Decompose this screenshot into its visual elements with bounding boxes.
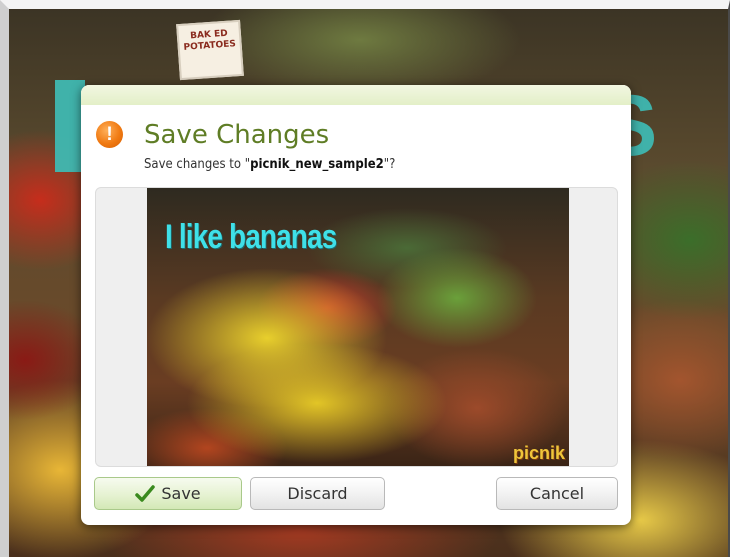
cancel-button-label: Cancel — [529, 484, 585, 503]
preview-image: I like bananas picnik — [147, 188, 569, 466]
subtitle-filename: picnik_new_sample2 — [250, 157, 384, 172]
subtitle-suffix: "? — [383, 157, 396, 172]
warning-icon: ! — [96, 121, 123, 148]
dialog-subtitle: Save changes to "picnik_new_sample2"? — [144, 156, 395, 174]
save-button-label: Save — [161, 484, 201, 503]
cancel-button[interactable]: Cancel — [496, 477, 618, 510]
preview-caption: I like bananas — [165, 218, 337, 256]
dialog-title: Save Changes — [144, 120, 330, 150]
checkmark-icon — [135, 484, 156, 504]
picnik-watermark: picnik — [512, 443, 565, 463]
dialog-top-bar — [81, 85, 631, 105]
save-button[interactable]: Save — [94, 477, 242, 510]
image-preview-area: I like bananas picnik — [95, 187, 618, 467]
discard-button-label: Discard — [287, 484, 348, 503]
subtitle-prefix: Save changes to " — [144, 157, 251, 172]
save-changes-dialog: ! Save Changes Save changes to "picnik_n… — [81, 85, 631, 525]
discard-button[interactable]: Discard — [250, 477, 385, 510]
